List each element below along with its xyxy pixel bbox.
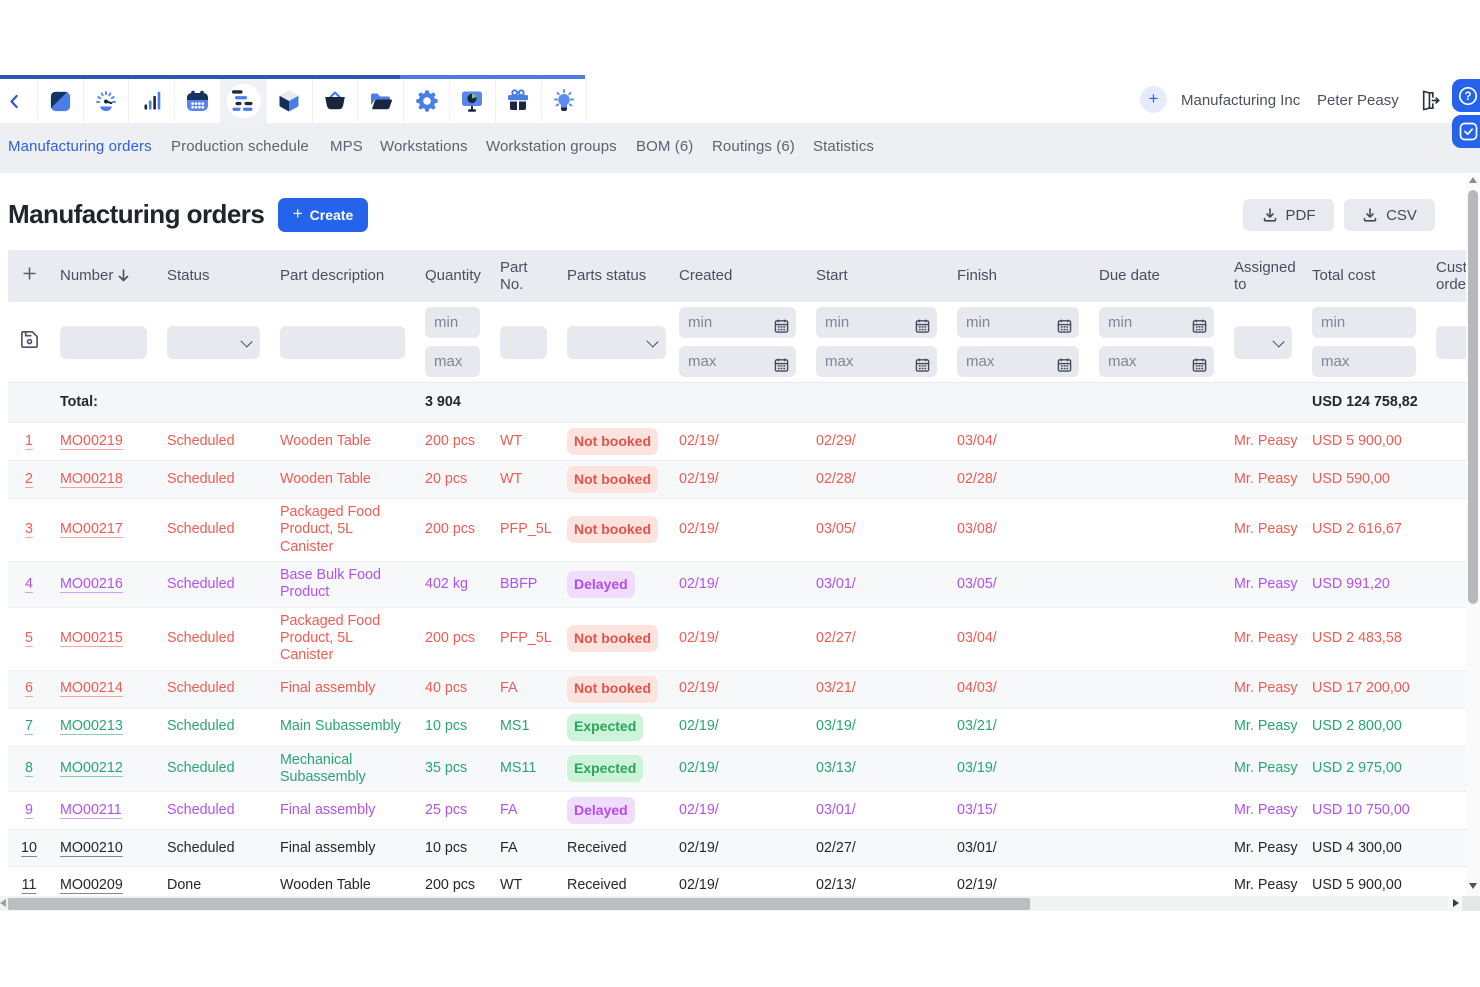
svg-text:?: ? <box>1464 91 1471 103</box>
